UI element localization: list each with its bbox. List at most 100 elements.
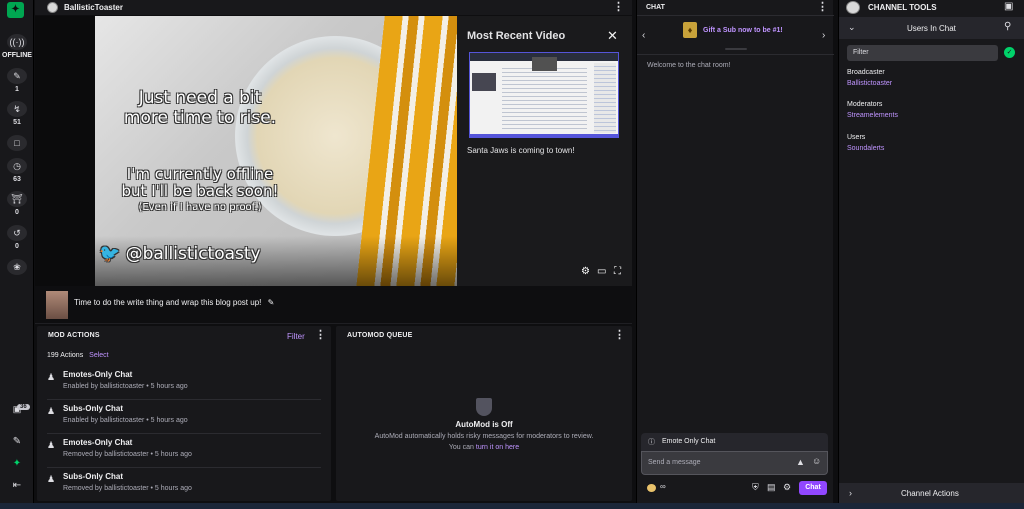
settings-icon[interactable]: ⚙	[783, 482, 791, 493]
mod-actions-menu-icon[interactable]: ⋮	[315, 330, 326, 342]
cart-icon[interactable]: ▤	[767, 482, 776, 493]
send-chat-button[interactable]: Chat	[799, 481, 827, 495]
automod-menu-icon[interactable]: ⋮	[614, 330, 625, 342]
rail-lightning[interactable]: ↯ 51	[0, 101, 34, 126]
sparkle-icon[interactable]: ✦	[0, 458, 34, 469]
overlay-line4: but I'll be back soon!	[121, 182, 279, 200]
users-label: Users	[847, 134, 866, 141]
emote-picker-icon[interactable]: ☺	[812, 456, 821, 466]
filter-link[interactable]: Filter	[287, 332, 305, 341]
mod-action-row[interactable]: ♟ Emotes-Only Chat Removed by ballistict…	[47, 434, 321, 468]
most-recent-title: Most Recent Video	[467, 30, 566, 42]
rail-notifications[interactable]: ▣ 36	[0, 404, 34, 415]
user-filter-input[interactable]: Filter	[847, 45, 998, 61]
channel-avatar[interactable]	[47, 2, 58, 13]
user-plus-icon: ♟	[47, 406, 56, 416]
search-icon[interactable]: ⚲	[1004, 21, 1011, 32]
automod-status: AutoMod is Off	[455, 420, 513, 429]
edit-title-icon[interactable]: ✎	[268, 298, 275, 307]
shield-icon	[476, 398, 492, 416]
user-plus-icon: ♟	[47, 474, 56, 484]
close-icon[interactable]: ✕	[607, 28, 618, 44]
stream-title: Time to do the write thing and wrap this…	[74, 298, 262, 307]
info-icon: ⓘ	[648, 439, 655, 446]
select-link[interactable]: Select	[89, 352, 108, 359]
channel-actions-bar[interactable]: › Channel Actions	[839, 483, 1024, 503]
chat-placeholder: Send a message	[648, 459, 701, 466]
channel-name[interactable]: BallisticToaster	[64, 3, 123, 12]
moderator-user[interactable]: Streamelements	[847, 112, 898, 119]
users-in-chat-header[interactable]: ⌄ Users In Chat ⚲	[839, 17, 1024, 39]
video-player[interactable]: Just need a bit more time to rise. I'm c…	[35, 16, 632, 286]
more-options-icon[interactable]: ⋮	[613, 2, 624, 14]
overlay-handle: @ballistictoasty	[125, 244, 261, 264]
fullscreen-icon[interactable]: ⛶	[614, 266, 621, 277]
automod-description: AutoMod automatically holds risky messag…	[374, 433, 594, 440]
chat-user[interactable]: Soundalerts	[847, 145, 884, 152]
lightning-icon: ↯	[7, 101, 27, 117]
chevron-down-icon: ⌄	[848, 22, 856, 32]
channel-actions-label: Channel Actions	[901, 489, 959, 498]
chevron-left-icon[interactable]: ‹	[642, 30, 645, 41]
rail-shield[interactable]: ⛩ 0	[0, 191, 34, 216]
rail-pen[interactable]: ✎ 1	[0, 68, 34, 93]
mod-shield-icon[interactable]: ⛨	[752, 482, 759, 493]
rail-history[interactable]: ↺ 0	[0, 225, 34, 250]
automod-title: AUTOMOD QUEUE	[347, 332, 413, 339]
offline-image: Just need a bit more time to rise. I'm c…	[95, 16, 457, 286]
chat-title: CHAT	[646, 4, 665, 11]
offline-status: OFFLINE	[2, 52, 32, 59]
mod-actions-title: MOD ACTIONS	[48, 332, 100, 339]
filter-placeholder: Filter	[853, 49, 869, 56]
check-icon[interactable]: ✓	[1004, 47, 1015, 58]
mod-action-row[interactable]: ♟ Subs-Only Chat Enabled by ballistictoa…	[47, 400, 321, 434]
actions-count: 199 Actions	[47, 352, 84, 359]
rail-badge[interactable]: ❀	[0, 259, 34, 275]
chat-input[interactable]: Send a message ▲ ☺	[641, 451, 828, 475]
chat-menu-icon[interactable]: ⋮	[817, 2, 828, 14]
os-taskbar	[0, 503, 1024, 509]
channel-tools-title: CHANNEL TOOLS	[868, 3, 937, 12]
history-icon: ↺	[7, 225, 27, 241]
overlay-line3: I'm currently offline	[126, 165, 274, 183]
settings-icon[interactable]: ⚙	[581, 266, 590, 277]
welcome-message: Welcome to the chat room!	[647, 62, 731, 69]
badge-icon: ❀	[7, 259, 27, 275]
pen-icon: ✎	[7, 68, 27, 84]
turn-on-automod-link[interactable]: turn it on here	[476, 444, 519, 451]
bits-icon[interactable]: ▲	[796, 457, 805, 467]
chat-icon: □	[7, 135, 27, 151]
broadcaster-user[interactable]: Ballistictoaster	[847, 80, 892, 87]
exit-icon[interactable]: ⇤	[0, 480, 34, 491]
chevron-right-icon: ›	[849, 488, 852, 498]
logo-icon[interactable]: ✦	[7, 2, 24, 18]
broadcast-icon: ((·))	[7, 34, 27, 50]
mod-action-row[interactable]: ♟ Emotes-Only Chat Enabled by ballistict…	[47, 366, 321, 400]
edit-icon[interactable]: ✎	[0, 436, 34, 447]
notification-badge: 36	[17, 404, 30, 410]
overlay-line5: (Even if I have no proof.)	[138, 202, 262, 213]
user-plus-icon: ♟	[47, 440, 56, 450]
stream-header: BallisticToaster ⋮	[35, 0, 632, 15]
popout-icon[interactable]: ▣	[1004, 1, 1013, 12]
streamer-avatar[interactable]	[46, 291, 68, 319]
emote-only-banner: ⓘ Emote Only Chat	[641, 433, 828, 451]
gift-sub-banner[interactable]: Gift a Sub now to be #1!	[703, 27, 783, 34]
recent-video-thumbnail[interactable]	[469, 52, 619, 138]
left-rail: ✦ ((·)) OFFLINE ✎ 1 ↯ 51 □ ◷ 63 ⛩ 0 ↺ 0 …	[0, 0, 34, 509]
rail-chat[interactable]: □	[0, 135, 34, 151]
moderators-label: Moderators	[847, 101, 883, 108]
rail-clock[interactable]: ◷ 63	[0, 158, 34, 183]
recent-video-caption[interactable]: Santa Jaws is coming to town!	[467, 146, 575, 155]
automod-queue-panel: AUTOMOD QUEUE ⋮ AutoMod is Off AutoMod a…	[336, 326, 632, 501]
mod-actions-panel: MOD ACTIONS Filter ⋮ 199 Actions Select …	[37, 326, 331, 501]
rail-broadcast[interactable]: ((·)) OFFLINE	[0, 34, 34, 59]
chat-panel: CHAT ⋮ ‹ ♦ Gift a Sub now to be #1! › We…	[636, 0, 834, 509]
stream-title-bar: Time to do the write thing and wrap this…	[35, 287, 632, 324]
channel-points-icon[interactable]	[647, 484, 656, 492]
chevron-right-icon[interactable]: ›	[822, 30, 825, 41]
shield-icon: ⛩	[7, 191, 27, 207]
mod-action-row[interactable]: ♟ Subs-Only Chat Removed by ballistictoa…	[47, 468, 321, 502]
gift-icon: ♦	[683, 22, 697, 38]
cast-icon[interactable]: ▭	[597, 266, 606, 277]
